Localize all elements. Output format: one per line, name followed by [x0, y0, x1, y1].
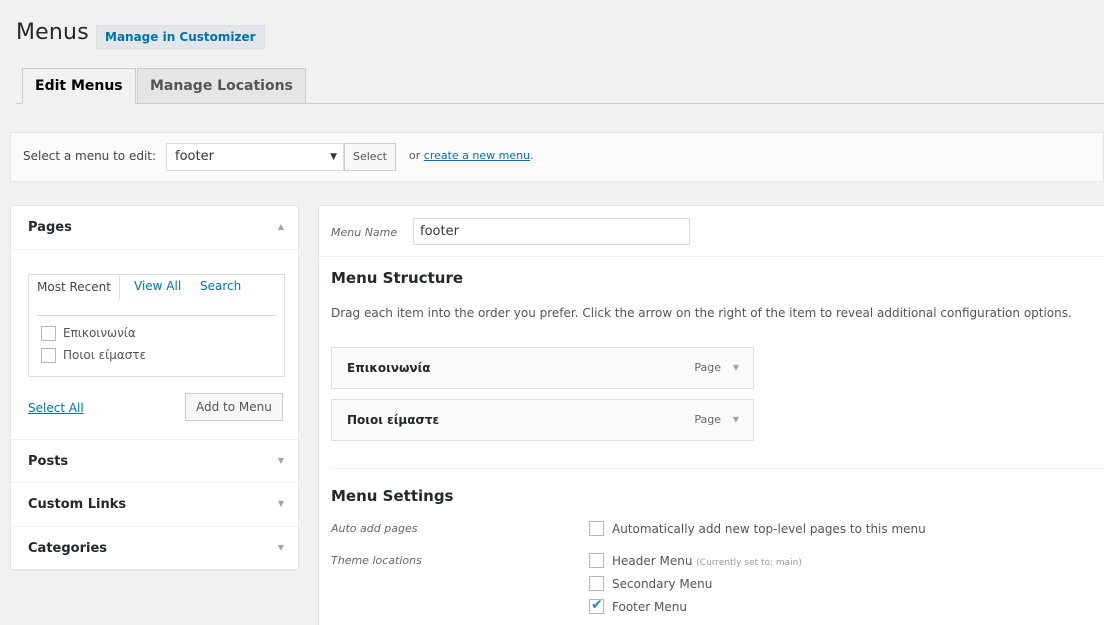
- menu-item[interactable]: Επικοινωνία Page ▼: [331, 347, 754, 389]
- auto-add-pages-checkbox[interactable]: [589, 521, 604, 536]
- header-menu-note: (Currently set to: main): [696, 558, 802, 568]
- manage-in-customizer-button[interactable]: Manage in Customizer: [96, 25, 265, 49]
- menu-item[interactable]: Ποιοι είμαστε Page ▼: [331, 399, 754, 441]
- or-label: or: [409, 149, 421, 162]
- triangle-down-icon[interactable]: ▼: [733, 363, 739, 372]
- triangle-down-icon[interactable]: ▼: [733, 415, 739, 424]
- triangle-down-icon[interactable]: ▼: [278, 543, 284, 552]
- header-menu-label: Header Menu: [612, 554, 693, 568]
- tab-search[interactable]: Search: [192, 274, 249, 300]
- page-label: Ποιοι είμαστε: [63, 348, 147, 362]
- section-posts-header[interactable]: Posts ▼: [11, 439, 298, 483]
- page-title: Menus: [16, 20, 89, 45]
- auto-add-pages-label: Auto add pages: [331, 522, 418, 535]
- menu-item-title: Επικοινωνία: [347, 361, 431, 375]
- menu-select-value: footer: [175, 149, 214, 164]
- theme-locations-label: Theme locations: [331, 554, 422, 567]
- menu-management-panel: Menu Name footer Menu Structure Drag eac…: [318, 205, 1104, 625]
- menu-name-input[interactable]: footer: [413, 218, 690, 245]
- select-button[interactable]: Select: [344, 143, 396, 171]
- menu-name-label: Menu Name: [331, 226, 398, 239]
- section-pages-header[interactable]: Pages ▲: [11, 206, 298, 250]
- page-checkbox[interactable]: [41, 348, 56, 363]
- section-posts-title: Posts: [28, 454, 69, 469]
- footer-menu-label: Footer Menu: [612, 600, 687, 614]
- header-menu-option: Header Menu (Currently set to: main): [612, 554, 802, 568]
- menu-select-dropdown[interactable]: footer ▼: [166, 143, 344, 171]
- tab-view-all[interactable]: View All: [126, 274, 189, 300]
- triangle-down-icon[interactable]: ▼: [278, 499, 284, 508]
- section-categories-header[interactable]: Categories ▼: [11, 527, 298, 571]
- pages-checklist: Επικοινωνία Ποιοι είμαστε: [37, 315, 277, 370]
- menu-structure-title: Menu Structure: [331, 269, 464, 287]
- header-divider: [319, 256, 1104, 257]
- create-menu-text: or create a new menu.: [409, 149, 534, 162]
- tab-edit-menus[interactable]: Edit Menus: [22, 68, 136, 104]
- tab-most-recent[interactable]: Most Recent: [28, 274, 120, 300]
- select-menu-label: Select a menu to edit:: [23, 149, 157, 163]
- section-categories-title: Categories: [28, 541, 108, 556]
- section-custom-links-header[interactable]: Custom Links ▼: [11, 483, 298, 527]
- menu-select-bar: Select a menu to edit: footer ▼ Select o…: [10, 132, 1104, 182]
- menu-item-title: Ποιοι είμαστε: [347, 413, 440, 427]
- menu-item-type: Page: [694, 361, 721, 374]
- page-label: Επικοινωνία: [63, 326, 136, 340]
- menu-structure-description: Drag each item into the order you prefer…: [331, 306, 1072, 320]
- create-new-menu-link[interactable]: create a new menu: [424, 149, 530, 162]
- checkmark-icon: ✔: [591, 597, 603, 613]
- page-checkbox[interactable]: [41, 326, 56, 341]
- add-menu-items-panel: Pages ▲ Most Recent View All Search Επικ…: [10, 205, 299, 571]
- tab-manage-locations[interactable]: Manage Locations: [137, 68, 306, 104]
- menu-item-type: Page: [694, 413, 721, 426]
- period-text: .: [530, 149, 534, 162]
- header-menu-checkbox[interactable]: [589, 553, 604, 568]
- select-all-link[interactable]: Select All: [28, 401, 84, 415]
- settings-divider: [331, 468, 1104, 469]
- add-to-menu-button[interactable]: Add to Menu: [185, 393, 283, 421]
- menu-settings-title: Menu Settings: [331, 487, 454, 505]
- secondary-menu-checkbox[interactable]: [589, 576, 604, 591]
- triangle-down-icon[interactable]: ▼: [278, 456, 284, 465]
- triangle-up-icon[interactable]: ▲: [278, 222, 284, 231]
- auto-add-pages-option: Automatically add new top-level pages to…: [612, 522, 926, 536]
- caret-down-icon: ▼: [330, 152, 337, 162]
- section-custom-links-title: Custom Links: [28, 497, 127, 512]
- secondary-menu-label: Secondary Menu: [612, 577, 713, 591]
- pages-tab-panel: Most Recent View All Search Επικοινωνία …: [28, 274, 285, 377]
- section-pages-title: Pages: [28, 220, 72, 235]
- footer-menu-checkbox[interactable]: ✔: [589, 597, 604, 614]
